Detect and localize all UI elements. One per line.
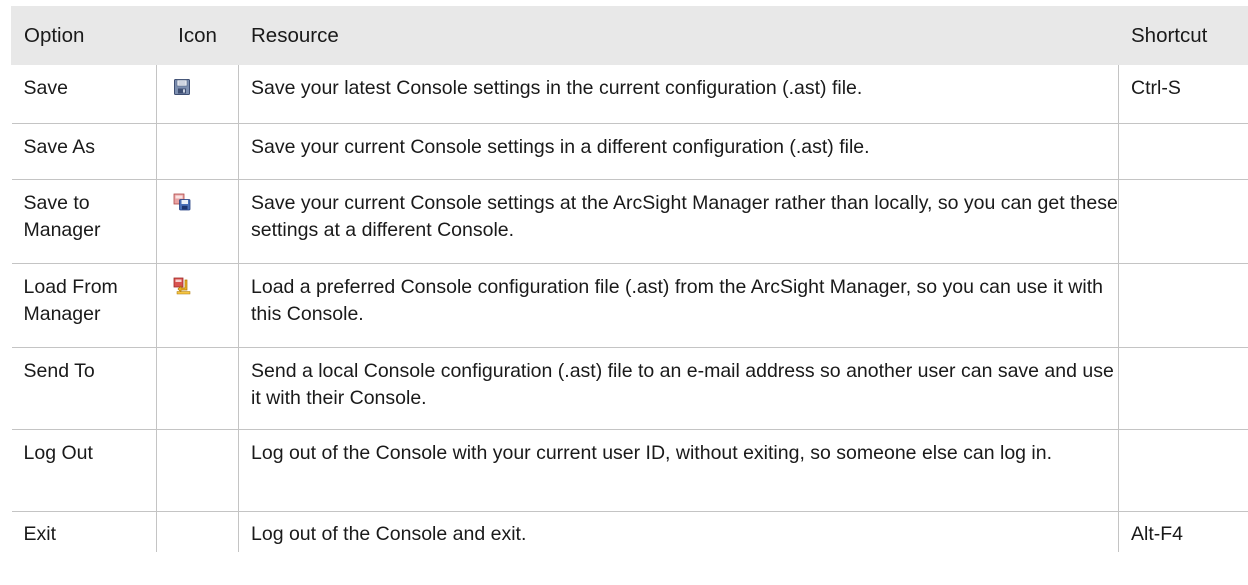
icon-cell <box>156 263 239 348</box>
option-cell: Save As <box>11 123 157 180</box>
option-cell: Save to Manager <box>11 179 157 264</box>
table-row: Save to Manager Save your current Consol… <box>11 179 1248 264</box>
resource-cell: Save your current Console settings at th… <box>238 179 1119 264</box>
load-from-manager-icon <box>173 277 191 295</box>
table-row: Save Save your latest Console settings i… <box>11 65 1248 124</box>
resource-cell: Load a preferred Console configuration f… <box>238 263 1119 348</box>
option-cell: Log Out <box>11 429 157 512</box>
shortcut-cell <box>1118 123 1248 180</box>
icon-cell <box>156 429 239 512</box>
shortcut-cell <box>1118 347 1248 430</box>
table-row: Exit Log out of the Console and exit. Al… <box>11 511 1248 552</box>
table-row: Send To Send a local Console configurati… <box>11 347 1248 430</box>
shortcut-cell <box>1118 179 1248 264</box>
column-header-shortcut: Shortcut <box>1118 6 1248 65</box>
shortcut-cell: Alt-F4 <box>1118 511 1248 552</box>
icon-cell <box>156 65 239 124</box>
option-cell: Save <box>11 65 157 124</box>
table-row: Save As Save your current Console settin… <box>11 123 1248 180</box>
icon-cell <box>156 123 239 180</box>
resource-cell: Save your latest Console settings in the… <box>238 65 1119 124</box>
table-row: Load From Manager Load a preferred Conso… <box>11 263 1248 348</box>
column-header-resource: Resource <box>238 6 1119 65</box>
resource-cell: Send a local Console configuration (.ast… <box>238 347 1119 430</box>
save-to-manager-icon <box>173 193 191 211</box>
menu-options-table-container: Option Icon Resource Shortcut Save Save … <box>11 6 1248 552</box>
shortcut-cell <box>1118 429 1248 512</box>
icon-cell <box>156 347 239 430</box>
resource-cell: Save your current Console settings in a … <box>238 123 1119 180</box>
icon-cell <box>156 511 239 552</box>
column-header-icon: Icon <box>156 6 239 65</box>
shortcut-cell <box>1118 263 1248 348</box>
save-icon <box>173 78 191 96</box>
option-cell: Exit <box>11 511 157 552</box>
column-header-option: Option <box>11 6 157 65</box>
icon-cell <box>156 179 239 264</box>
table-row: Log Out Log out of the Console with your… <box>11 429 1248 512</box>
resource-cell: Log out of the Console and exit. <box>238 511 1119 552</box>
option-cell: Send To <box>11 347 157 430</box>
shortcut-cell: Ctrl-S <box>1118 65 1248 124</box>
resource-cell: Log out of the Console with your current… <box>238 429 1119 512</box>
menu-options-table: Option Icon Resource Shortcut Save Save … <box>11 6 1248 552</box>
option-cell: Load From Manager <box>11 263 157 348</box>
table-header-row: Option Icon Resource Shortcut <box>11 6 1248 65</box>
